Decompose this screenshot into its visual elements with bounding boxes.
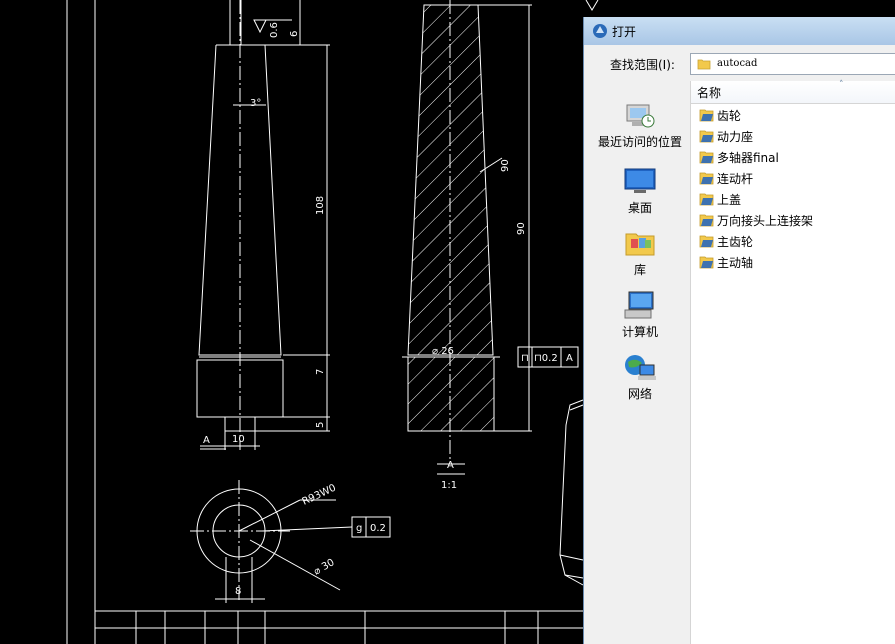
file-item[interactable]: 多轴器final [699, 147, 889, 167]
dim-width-10: 10 [232, 434, 245, 445]
file-name: 主动轴 [717, 256, 754, 270]
file-list[interactable]: 名称 ˄ 齿轮动力座多轴器final 连动杆上盖万向接头上连接架 主齿轮主动轴 [690, 80, 895, 644]
sort-ascending-icon: ˄ [839, 80, 844, 90]
folder-icon [697, 59, 711, 70]
shaft-top-view [190, 480, 391, 603]
file-item[interactable]: 万向接头上连接架 [699, 210, 889, 230]
place-recent-label: 最近访问的位置 [597, 135, 682, 149]
file-item[interactable]: 上盖 [699, 189, 889, 209]
dim-length-5: 5 [315, 422, 326, 428]
place-desktop[interactable]: 桌面 [592, 165, 688, 221]
place-network-label: 网络 [627, 387, 652, 401]
look-in-dropdown[interactable]: autocad [690, 53, 895, 75]
tolerance-datum: A [566, 353, 573, 364]
file-name: 万向接头上连接架 [717, 214, 814, 228]
file-name: 主齿轮 [717, 235, 754, 249]
tolerance-value: ⊓0.2 [534, 353, 558, 364]
section-scale: 1:1 [441, 480, 457, 491]
dim-radius: R93W0 [301, 483, 338, 508]
section-label-left: A [203, 435, 210, 446]
file-name: 齿轮 [717, 109, 742, 123]
dim-diameter-26: ⌀ 26 [432, 346, 454, 357]
section-label-bottom: A [447, 460, 454, 471]
dialog-body: 查找范围(I): autocad 最近访问的位置 桌面 库 计算机 网络 名称 … [584, 45, 895, 644]
column-header-name[interactable]: 名称 ˄ [691, 80, 895, 104]
look-in-value: autocad [717, 58, 758, 69]
recent-places-icon [626, 104, 655, 128]
dim-angle-90: 90 [500, 159, 511, 172]
open-file-dialog[interactable]: 打开 查找范围(I): autocad 最近访问的位置 桌面 库 计算机 网络 … [583, 17, 895, 644]
dim-width-8: 8 [235, 586, 241, 597]
place-computer-label: 计算机 [621, 325, 658, 339]
dim-taper-angle: 3° [250, 98, 261, 109]
file-name: 动力座 [717, 130, 754, 144]
dim-length-90: 90 [516, 222, 527, 235]
circ-tolerance-symbol: g [356, 523, 362, 534]
shaft-section-view [402, 0, 579, 475]
look-in-label: 查找范围(I): [610, 58, 675, 72]
drawing-frame [66, 0, 583, 644]
libraries-icon [625, 233, 655, 256]
dim-diameter-30: ⌀ 30 [312, 557, 336, 577]
dim-length-108: 108 [315, 196, 326, 215]
roughness-value: 0.6 [269, 22, 280, 38]
file-item[interactable]: 齿轮 [699, 105, 889, 125]
dialog-title: 打开 [612, 25, 637, 39]
file-name: 多轴器final [717, 151, 779, 165]
place-libraries[interactable]: 库 [592, 227, 688, 283]
folder-icon [699, 256, 714, 269]
folder-icon [699, 172, 714, 185]
file-name: 上盖 [717, 193, 742, 207]
shaft-front-view [196, 0, 330, 450]
folder-icon [699, 214, 714, 227]
folder-icon [699, 109, 714, 122]
places-bar: 最近访问的位置 桌面 库 计算机 网络 [592, 81, 688, 644]
network-icon [625, 355, 656, 380]
file-name: 连动杆 [717, 172, 754, 186]
folder-icon [699, 235, 714, 248]
folder-icon [699, 151, 714, 164]
tolerance-symbol: ⊓ [521, 353, 529, 364]
file-item[interactable]: 主齿轮 [699, 231, 889, 251]
place-recent[interactable]: 最近访问的位置 [592, 99, 688, 155]
place-libraries-label: 库 [633, 263, 646, 277]
file-item[interactable]: 连动杆 [699, 168, 889, 188]
dim-top-6: 6 [289, 31, 300, 37]
desktop-icon [624, 168, 656, 193]
file-item[interactable]: 动力座 [699, 126, 889, 146]
place-computer[interactable]: 计算机 [592, 289, 688, 345]
place-network[interactable]: 网络 [592, 351, 688, 407]
folder-icon [699, 130, 714, 143]
column-name-label: 名称 [697, 86, 722, 100]
computer-icon [624, 291, 654, 319]
dim-length-7: 7 [315, 369, 326, 375]
dialog-titlebar[interactable]: 打开 [584, 17, 895, 46]
folder-icon [699, 193, 714, 206]
circ-tolerance-value: 0.2 [370, 523, 386, 534]
app-icon [593, 24, 607, 38]
place-desktop-label: 桌面 [627, 201, 652, 215]
file-item[interactable]: 主动轴 [699, 252, 889, 272]
